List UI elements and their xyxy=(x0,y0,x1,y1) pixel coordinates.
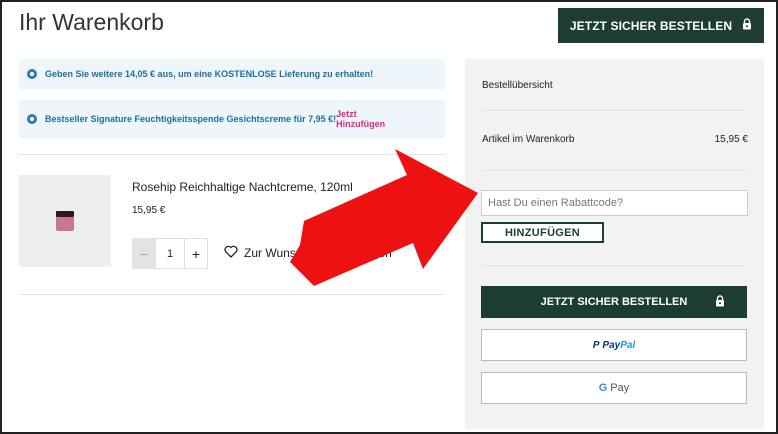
divider xyxy=(19,294,445,295)
divider xyxy=(19,154,445,155)
quantity-stepper: − 1 + xyxy=(132,238,208,269)
divider xyxy=(482,265,747,266)
checkout-button-label: JETZT SICHER BESTELLEN xyxy=(569,18,733,33)
paypal-button[interactable]: P PayPal xyxy=(481,329,747,361)
apply-coupon-button[interactable]: HINZUFÜGEN xyxy=(481,222,604,243)
add-to-wishlist-link[interactable]: Zur Wunschliste hinzufügen xyxy=(224,245,392,261)
free-shipping-text: Geben Sie weitere 14,05 € aus, um eine K… xyxy=(45,69,374,79)
bestseller-banner: Bestseller Signature Feuchtigkeitsspende… xyxy=(19,100,445,138)
paypal-wordmark: PayPal xyxy=(602,339,636,351)
coupon-code-input[interactable] xyxy=(481,190,748,216)
paypal-logo-icon: P xyxy=(592,339,600,351)
increase-quantity-button[interactable]: + xyxy=(184,238,208,269)
items-in-cart-value: 15,95 € xyxy=(714,134,748,145)
free-shipping-banner: Geben Sie weitere 14,05 € aus, um eine K… xyxy=(19,59,445,89)
checkout-button-sidebar[interactable]: JETZT SICHER BESTELLEN xyxy=(481,286,747,318)
page-title: Ihr Warenkorb xyxy=(19,9,164,35)
product-image[interactable] xyxy=(19,175,111,267)
lock-icon xyxy=(715,295,725,310)
heart-icon xyxy=(224,245,238,261)
quantity-value[interactable]: 1 xyxy=(156,238,184,269)
product-price: 15,95 € xyxy=(132,205,166,216)
divider xyxy=(482,110,747,111)
divider xyxy=(482,170,747,171)
product-name[interactable]: Rosehip Reichhaltige Nachtcreme, 120ml xyxy=(132,180,353,194)
info-icon xyxy=(27,114,37,124)
decrease-quantity-button[interactable]: − xyxy=(132,238,156,269)
items-in-cart-label: Artikel im Warenkorb xyxy=(482,134,575,145)
lock-icon xyxy=(742,18,752,33)
checkout-button-label: JETZT SICHER BESTELLEN xyxy=(540,296,688,308)
wishlist-label: Zur Wunschliste hinzufügen xyxy=(244,246,392,260)
add-now-link[interactable]: Jetzt Hinzufügen xyxy=(336,109,396,129)
info-icon xyxy=(27,69,37,79)
checkout-button-top[interactable]: JETZT SICHER BESTELLEN xyxy=(558,8,764,43)
google-pay-button[interactable]: G Pay xyxy=(481,372,747,404)
cream-jar-image xyxy=(56,211,74,231)
bestseller-text: Bestseller Signature Feuchtigkeitsspende… xyxy=(45,114,337,124)
order-summary-title: Bestellübersicht xyxy=(482,80,553,91)
google-pay-wordmark: G Pay xyxy=(598,382,630,394)
google-g-icon: G xyxy=(598,382,608,394)
